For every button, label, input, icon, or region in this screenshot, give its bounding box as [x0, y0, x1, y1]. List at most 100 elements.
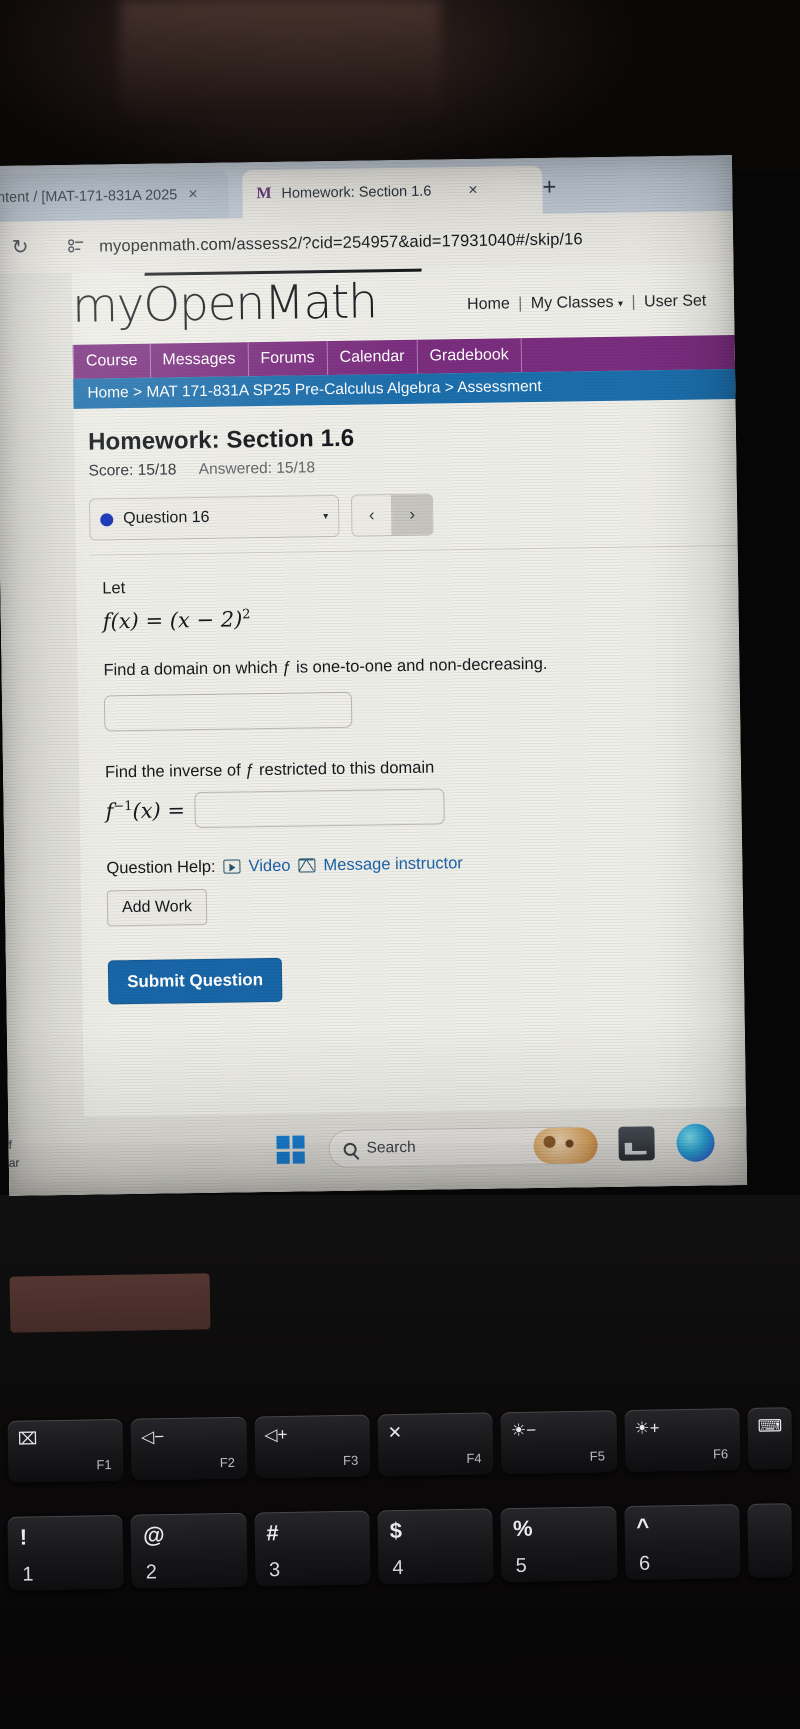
previous-question-button[interactable]: ‹ — [351, 495, 393, 536]
site-info-icon[interactable] — [67, 237, 89, 256]
tab-title: Homework: Section 1.6 — [281, 183, 432, 202]
new-tab-button[interactable]: + — [542, 174, 556, 201]
start-icon[interactable] — [276, 1135, 305, 1164]
chevron-down-icon: ▾ — [323, 510, 329, 522]
message-instructor-link[interactable]: Message instructor — [323, 854, 463, 875]
close-icon[interactable]: × — [465, 182, 481, 199]
key-f2[interactable]: ◁− F2 — [130, 1416, 248, 1481]
prompt-domain: Find a domain on which ƒ is one-to-one a… — [103, 654, 548, 680]
domain-answer-input[interactable] — [103, 691, 353, 732]
question-nav-row: Question 16 ▾ ‹ › — [88, 489, 738, 541]
key-label: F3 — [342, 1452, 359, 1468]
key-symbol: @ — [142, 1522, 165, 1548]
browser-tab-homework[interactable]: M Homework: Section 1.6 × — [242, 165, 543, 219]
key-number: 1 — [22, 1563, 34, 1586]
add-work-button[interactable]: Add Work — [106, 888, 208, 927]
key-5[interactable]: % 5 — [500, 1506, 618, 1583]
laptop-photo: Content / [MAT-171-831A 2025 × M Homewor… — [0, 0, 800, 1729]
score-line: Score: 15/18 Answered: 15/18 — [88, 453, 736, 481]
key-symbol: ^ — [636, 1513, 650, 1539]
top-nav-links: Home | My Classes ▾ | User Set — [467, 292, 706, 314]
question-selector-label: Question 16 — [123, 508, 210, 528]
key-symbol: ! — [19, 1524, 28, 1550]
score-label: Score: 15/18 — [88, 461, 177, 480]
key-f3[interactable]: ◁+ F3 — [254, 1414, 371, 1479]
nav-link-home[interactable]: Home — [467, 295, 510, 313]
key-label: F6 — [712, 1446, 729, 1462]
keyboard-backlight-icon: ⌨ — [757, 1416, 783, 1436]
copilot-icon[interactable] — [676, 1123, 715, 1162]
video-link[interactable]: Video — [248, 856, 290, 876]
fx-exponent: 2 — [242, 607, 251, 623]
key-f5[interactable]: ☀− F5 — [500, 1410, 618, 1475]
close-icon[interactable]: × — [185, 186, 201, 203]
brightness-down-icon: ☀− — [510, 1420, 537, 1441]
nav-separator: | — [631, 293, 636, 311]
volume-up-icon: ◁+ — [264, 1424, 288, 1445]
key-label: F1 — [96, 1457, 112, 1473]
brightness-up-icon: ☀+ — [634, 1418, 660, 1438]
fx-equals: = — [145, 608, 164, 633]
inv-arg: (x) — [132, 798, 161, 823]
nav-tab-messages[interactable]: Messages — [150, 342, 249, 378]
question-selector-dropdown[interactable]: Question 16 ▾ — [88, 494, 340, 541]
windows-taskbar: f ar Search — [8, 1106, 748, 1196]
next-question-button[interactable]: › — [391, 494, 433, 536]
keyboard-function-row: ⌧ F1 ◁− F2 ◁+ F3 ✕ F4 ☀− F5 ☀+ F6 ⌨ — [0, 1407, 800, 1483]
inverse-answer-input[interactable] — [194, 788, 446, 828]
nav-link-my-classes[interactable]: My Classes — [531, 294, 614, 312]
key-number: 3 — [268, 1559, 281, 1582]
laptop-keyboard: ⌧ F1 ◁− F2 ◁+ F3 ✕ F4 ☀− F5 ☀+ F6 ⌨ ! 1 @2 #3 $… — [0, 1400, 800, 1729]
myopenmath-logo[interactable]: myOpenMath — [72, 268, 422, 334]
key-1[interactable]: ! 1 — [7, 1514, 125, 1591]
key-label: F5 — [589, 1448, 605, 1464]
key-f4[interactable]: ✕ F4 — [377, 1412, 494, 1477]
browser-tab-content[interactable]: Content / [MAT-171-831A 2025 × — [0, 170, 229, 223]
key-label: F2 — [219, 1454, 236, 1471]
divider — [89, 545, 738, 556]
key-3[interactable]: #3 — [254, 1510, 371, 1587]
mail-icon — [298, 858, 316, 873]
inverse-function-label: f−1(x) = — [105, 798, 185, 823]
key-label: F4 — [466, 1450, 482, 1466]
inverse-answer-row: f−1(x) = — [105, 784, 741, 829]
let-label: Let — [102, 579, 126, 598]
submit-question-button[interactable]: Submit Question — [107, 957, 283, 1005]
key-f1[interactable]: ⌧ F1 — [7, 1418, 124, 1483]
nav-tab-forums[interactable]: Forums — [248, 341, 328, 377]
fx-rhs: (x − 2) — [169, 607, 243, 633]
question-help-label: Question Help: — [106, 857, 216, 878]
nav-tab-course[interactable]: Course — [72, 343, 151, 379]
key-6[interactable]: ^ 6 — [623, 1504, 741, 1581]
volume-down-icon: ◁− — [140, 1427, 165, 1447]
nav-tab-gradebook[interactable]: Gradebook — [417, 338, 522, 374]
keyboard-number-row: ! 1 @2 #3 $4 % 5 ^ 6 — [0, 1503, 800, 1591]
laptop-sticker — [9, 1273, 211, 1333]
search-icon — [343, 1142, 357, 1156]
note-line-1: f — [8, 1137, 12, 1152]
function-definition: f(x) = (x − 2)2 — [103, 600, 739, 633]
video-icon — [223, 859, 241, 874]
key-2[interactable]: @2 — [130, 1512, 248, 1589]
reload-icon[interactable]: ↻ — [7, 234, 33, 260]
mute-icon: ⌧ — [17, 1429, 38, 1449]
question-pager: ‹ › — [350, 493, 434, 537]
key-f7[interactable]: ⌨ — [747, 1407, 793, 1470]
key-number: 4 — [392, 1556, 404, 1580]
assessment-content: Homework: Section 1.6 Score: 15/18 Answe… — [74, 399, 745, 1005]
file-explorer-icon[interactable] — [618, 1126, 655, 1161]
note-line-2: ar — [8, 1155, 20, 1170]
prompt-inverse: Find the inverse of ƒ restricted to this… — [104, 758, 435, 782]
widget-cat-icon[interactable] — [533, 1127, 598, 1165]
nav-tab-calendar[interactable]: Calendar — [327, 339, 418, 376]
key-number: 6 — [638, 1552, 651, 1575]
url-text[interactable]: myopenmath.com/assess2/?cid=254957&aid=1… — [99, 230, 583, 256]
tab-title: Content / [MAT-171-831A 2025 — [0, 187, 178, 207]
nav-link-user-settings[interactable]: User Set — [644, 292, 706, 310]
key-f6[interactable]: ☀+ F6 — [624, 1408, 741, 1473]
nav-separator: | — [518, 295, 523, 313]
key-4[interactable]: $4 — [377, 1508, 494, 1585]
chevron-down-icon[interactable]: ▾ — [618, 299, 623, 310]
key-7[interactable] — [747, 1503, 793, 1578]
page-title: Homework: Section 1.6 — [87, 424, 355, 456]
